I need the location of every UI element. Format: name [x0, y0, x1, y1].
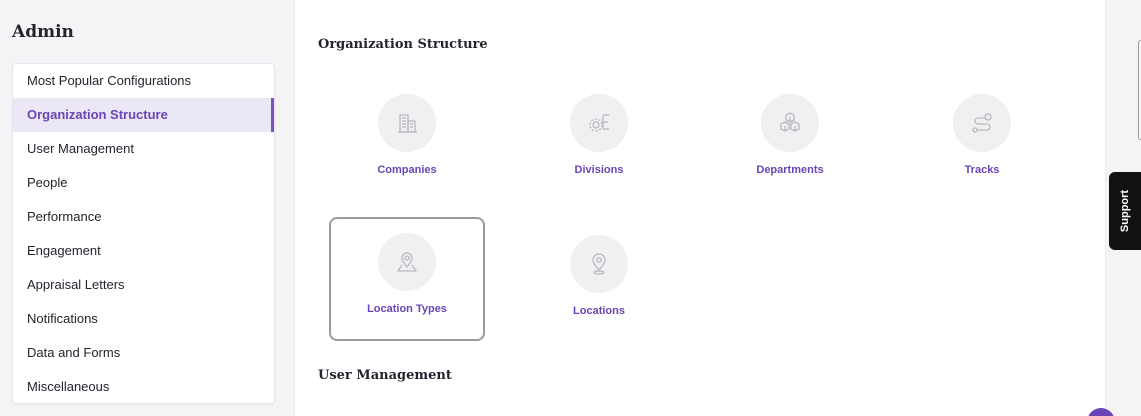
cubes-icon: [780, 112, 800, 132]
sidebar-item-user-management[interactable]: User Management: [13, 132, 274, 166]
left-panel: Admin Most Popular Configurations Organi…: [0, 0, 294, 416]
support-label: Support: [1119, 189, 1132, 233]
main-panel: Organization Structure Companies Divisio…: [294, 0, 1106, 416]
tracks-tile[interactable]: Tracks: [904, 78, 1060, 202]
sidebar-item-performance[interactable]: Performance: [13, 200, 274, 234]
sidebar-item-data-and-forms[interactable]: Data and Forms: [13, 336, 274, 370]
tile-label: Locations: [573, 305, 625, 317]
page-title: Admin: [12, 22, 74, 42]
section-title-user-management: User Management: [318, 368, 452, 383]
sidebar-menu: Most Popular Configurations Organization…: [12, 63, 275, 404]
icon-circle: [570, 94, 628, 152]
tile-label: Tracks: [964, 164, 1000, 176]
divisions-tile[interactable]: Divisions: [521, 78, 677, 202]
icon-circle: [378, 94, 436, 152]
route-icon: [972, 113, 992, 133]
sidebar-item-notifications[interactable]: Notifications: [13, 302, 274, 336]
sidebar-item-engagement[interactable]: Engagement: [13, 234, 274, 268]
building-icon: [398, 114, 417, 133]
map-pin-icon: [592, 253, 606, 275]
gear-list-icon: [589, 114, 609, 132]
departments-tile[interactable]: Departments: [712, 78, 868, 202]
tile-label: Divisions: [574, 164, 624, 176]
icon-circle: [570, 235, 628, 293]
map-pin-area-icon: [397, 252, 417, 272]
icon-circle: [953, 94, 1011, 152]
sidebar-item-appraisal-letters[interactable]: Appraisal Letters: [13, 268, 274, 302]
icon-circle: [761, 94, 819, 152]
tile-label: Companies: [377, 164, 437, 176]
support-button[interactable]: Support: [1109, 172, 1141, 250]
tile-label: Location Types: [367, 303, 447, 315]
companies-tile[interactable]: Companies: [329, 78, 485, 202]
locations-tile[interactable]: Locations: [521, 219, 677, 343]
tile-label: Departments: [756, 164, 824, 176]
sidebar-item-miscellaneous[interactable]: Miscellaneous: [13, 370, 274, 404]
sidebar-item-people[interactable]: People: [13, 166, 274, 200]
sidebar-item-most-popular-configurations[interactable]: Most Popular Configurations: [13, 64, 274, 98]
location-types-tile[interactable]: Location Types: [329, 217, 485, 341]
section-title-organization-structure: Organization Structure: [318, 37, 488, 52]
admin-page: Admin Most Popular Configurations Organi…: [0, 0, 1141, 416]
icon-circle: [378, 233, 436, 291]
sidebar-item-organization-structure[interactable]: Organization Structure: [13, 98, 274, 132]
